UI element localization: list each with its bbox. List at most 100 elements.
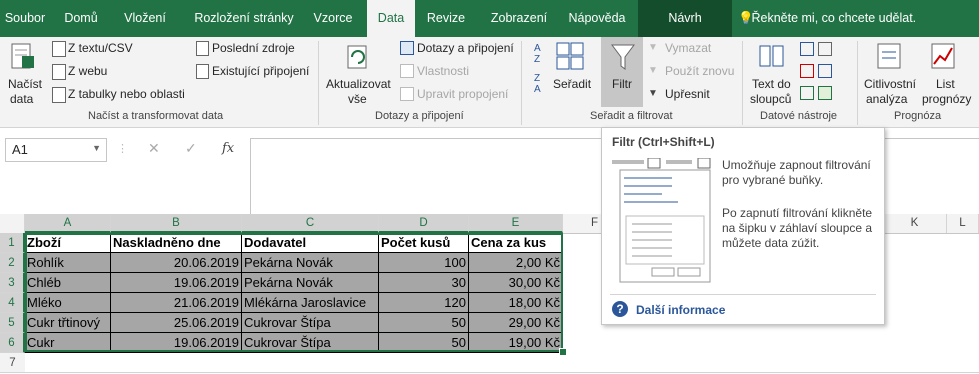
reapply-icon: ▼: [648, 65, 658, 76]
queries-connections-icon: [400, 41, 414, 55]
ribbon: Načíst data Z textu/CSV Z webu Z tabulky…: [0, 37, 979, 128]
clear-button[interactable]: Vymazat: [665, 41, 711, 55]
from-table-button[interactable]: Z tabulky nebo oblasti: [68, 87, 185, 101]
tab-home[interactable]: Domů: [56, 0, 106, 37]
tell-me-search[interactable]: 💡 Řekněte mi, co chcete udělat.: [738, 0, 916, 37]
tab-formulas[interactable]: Vzorce: [306, 0, 360, 37]
forecast-sheet-label2[interactable]: prognózy: [922, 92, 971, 106]
chevron-down-icon[interactable]: ▼: [92, 143, 101, 153]
more-options-icon[interactable]: ⋮: [117, 142, 128, 155]
tooltip-divider: [610, 294, 876, 295]
tooltip-title: Filtr (Ctrl+Shift+L): [612, 135, 715, 149]
what-if-analysis-icon: [877, 43, 901, 69]
more-info-link[interactable]: Další informace: [636, 303, 725, 317]
properties-button[interactable]: Vlastnosti: [417, 64, 469, 78]
group-label-data-tools: Datové nástroje: [760, 110, 838, 122]
tab-view[interactable]: Zobrazení: [480, 0, 558, 37]
name-box-value: A1: [12, 142, 28, 157]
queries-connections-button[interactable]: Dotazy a připojení: [417, 41, 514, 55]
from-text-csv-button[interactable]: Z textu/CSV: [68, 41, 133, 55]
row-header-5[interactable]: 5: [0, 313, 25, 333]
tab-design[interactable]: Návrh: [638, 0, 732, 37]
row-header-2[interactable]: 2: [0, 253, 25, 273]
row-header-1[interactable]: 1: [0, 233, 25, 253]
remove-duplicates-icon[interactable]: [800, 64, 814, 78]
data-validation-icon[interactable]: [800, 86, 814, 100]
tooltip-description: Umožňuje zapnout filtrování pro vybrané …: [722, 158, 871, 187]
group-label-sort-filter: Seřadit a filtrovat: [590, 110, 673, 122]
name-box[interactable]: A1 ▼: [5, 138, 107, 162]
sort-za-icon[interactable]: ZA: [534, 73, 541, 95]
column-header-e[interactable]: E: [469, 214, 563, 233]
text-csv-icon: [52, 41, 66, 57]
column-header-c[interactable]: C: [242, 214, 379, 233]
lightbulb-icon: 💡: [738, 11, 754, 25]
tab-data[interactable]: Data: [367, 0, 415, 37]
existing-connections-button[interactable]: Existující připojení: [212, 64, 309, 78]
select-all-corner[interactable]: [0, 214, 25, 233]
existing-connections-icon: [196, 64, 209, 79]
forecast-sheet-button[interactable]: List: [936, 77, 955, 91]
what-if-analysis-button[interactable]: Citlivostní: [864, 77, 916, 91]
filter-tooltip: Filtr (Ctrl+Shift+L) Umožňuje zapnout fi…: [601, 127, 885, 325]
enter-check-icon[interactable]: ✓: [185, 140, 197, 157]
group-separator: [318, 41, 319, 125]
properties-icon: [400, 64, 414, 78]
column-header-l[interactable]: L: [947, 214, 979, 233]
selection-border: [25, 233, 563, 352]
insert-function-icon[interactable]: fx: [222, 141, 234, 156]
what-if-analysis-label2[interactable]: analýza: [866, 92, 907, 106]
recent-sources-button[interactable]: Poslední zdroje: [212, 41, 295, 55]
column-header-k[interactable]: K: [883, 214, 947, 233]
empty-row[interactable]: [25, 353, 979, 373]
advanced-filter-icon: ▼: [648, 88, 658, 99]
fill-handle[interactable]: [559, 348, 567, 356]
tab-page-layout[interactable]: Rozložení stránky: [188, 0, 300, 37]
column-header-b[interactable]: B: [111, 214, 242, 233]
refresh-all-label2[interactable]: vše: [348, 92, 367, 106]
tab-review[interactable]: Revize: [420, 0, 472, 37]
filter-preview-image: [612, 158, 711, 283]
help-icon: ?: [612, 301, 628, 317]
relationships-icon[interactable]: [818, 64, 832, 78]
column-header-a[interactable]: A: [25, 214, 111, 233]
filter-label: Filtr: [612, 77, 632, 91]
tooltip-description-2: Po zapnutí filtrování klikněte na šipku …: [722, 206, 873, 250]
sort-button[interactable]: Seřadit: [553, 77, 591, 91]
clear-filter-icon: ▼: [648, 42, 658, 53]
edit-links-button[interactable]: Upravit propojení: [417, 87, 508, 101]
group-label-queries: Dotazy a připojení: [375, 110, 464, 122]
tab-insert[interactable]: Vložení: [110, 0, 180, 37]
ribbon-tab-bar: Soubor Domů Vložení Rozložení stránky Vz…: [0, 0, 979, 37]
group-label-forecast: Prognóza: [894, 110, 942, 122]
reapply-button[interactable]: Použít znovu: [665, 64, 734, 78]
advanced-button[interactable]: Upřesnit: [665, 87, 710, 101]
refresh-all-icon: [347, 45, 367, 69]
refresh-all-button[interactable]: Aktualizovat: [326, 77, 391, 91]
cancel-icon[interactable]: ✕: [148, 140, 160, 157]
from-web-button[interactable]: Z webu: [68, 64, 107, 78]
text-to-columns-label2[interactable]: sloupců: [750, 92, 791, 106]
column-header-d[interactable]: D: [379, 214, 469, 233]
row-header-4[interactable]: 4: [0, 293, 25, 313]
group-separator: [742, 41, 743, 125]
filter-funnel-icon: [611, 44, 635, 70]
get-data-button-label2[interactable]: data: [10, 92, 33, 106]
flash-fill-icon[interactable]: [800, 42, 814, 56]
text-to-columns-button[interactable]: Text do: [752, 77, 791, 91]
forecast-sheet-icon: [931, 43, 955, 69]
row-header-6[interactable]: 6: [0, 333, 25, 353]
tab-help[interactable]: Nápověda: [562, 0, 632, 37]
data-model-icon[interactable]: [818, 86, 832, 100]
row-header-7[interactable]: 7: [0, 353, 25, 373]
row-header-3[interactable]: 3: [0, 273, 25, 293]
text-to-columns-icon: [759, 45, 784, 67]
get-data-button[interactable]: Načíst: [8, 77, 42, 91]
group-separator: [521, 41, 522, 125]
group-label-get-transform: Načíst a transformovat data: [88, 110, 224, 122]
table-icon: [52, 87, 66, 103]
consolidate-icon[interactable]: [818, 42, 832, 56]
tab-file[interactable]: Soubor: [0, 0, 50, 37]
web-icon: [52, 64, 66, 80]
sort-az-icon[interactable]: AZ: [534, 43, 541, 65]
